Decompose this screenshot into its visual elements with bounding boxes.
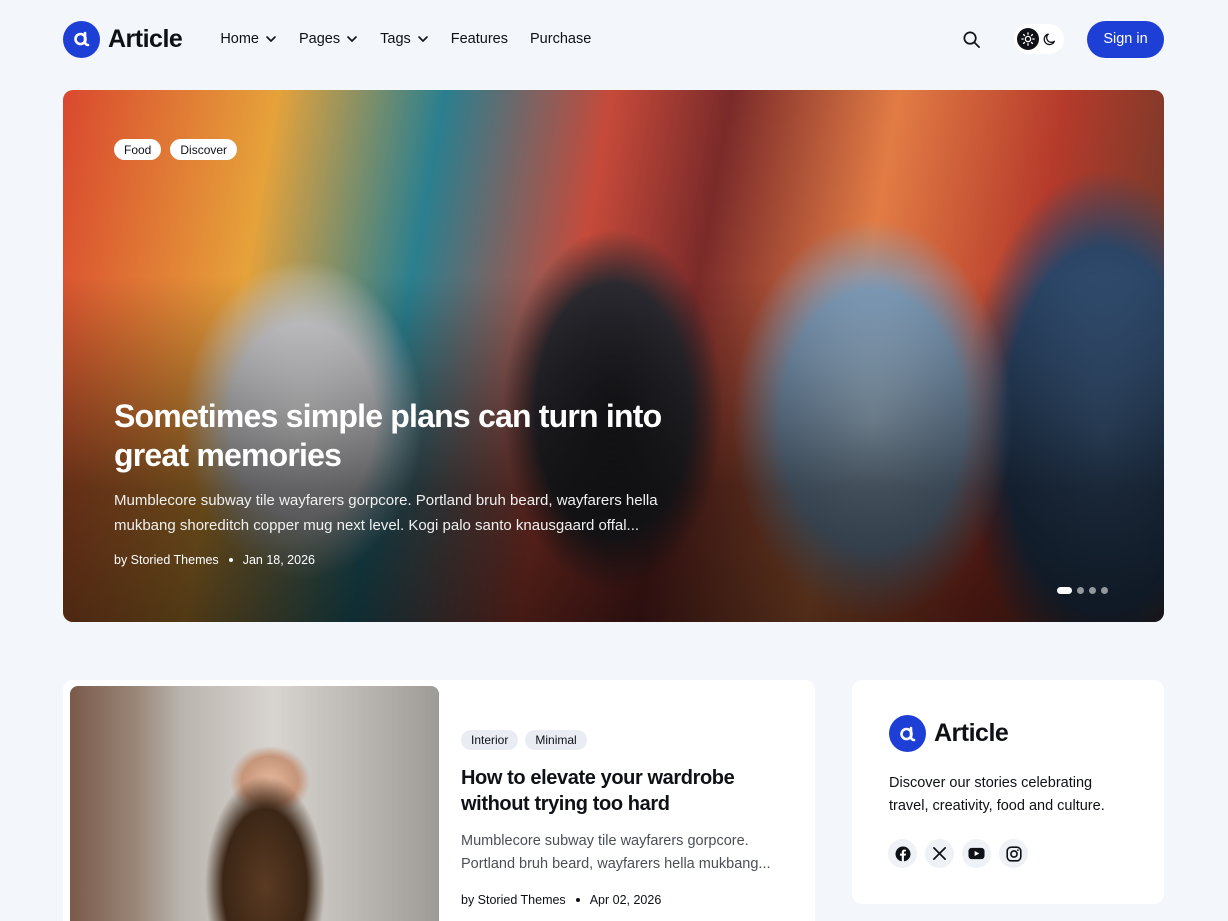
hero-author[interactable]: by Storied Themes bbox=[114, 553, 219, 567]
post-card: Interior Minimal How to elevate your war… bbox=[63, 680, 815, 921]
meta-separator bbox=[575, 898, 580, 902]
tag-interior[interactable]: Interior bbox=[461, 730, 519, 750]
main-nav: Home Pages Tags Features Purchase bbox=[220, 31, 591, 47]
post-title[interactable]: How to elevate your wardrobe without try… bbox=[461, 765, 781, 817]
chevron-down-icon bbox=[347, 36, 357, 42]
site-header: Article Home Pages Tags Features Purchas… bbox=[63, 20, 1164, 58]
slider-dot-3[interactable] bbox=[1089, 587, 1096, 594]
post-meta: by Storied Themes Apr 02, 2026 bbox=[461, 893, 661, 907]
slider-dot-4[interactable] bbox=[1101, 587, 1108, 594]
tag-discover[interactable]: Discover bbox=[170, 139, 238, 160]
nav-item-label: Pages bbox=[299, 31, 341, 47]
social-links bbox=[888, 839, 1028, 868]
logo-mark-icon bbox=[63, 20, 100, 58]
slider-dot-1[interactable] bbox=[1057, 587, 1072, 594]
x-link[interactable] bbox=[925, 839, 954, 868]
logo-text: Article bbox=[108, 24, 183, 53]
facebook-icon bbox=[895, 846, 910, 861]
nav-item-features[interactable]: Features bbox=[451, 31, 508, 47]
nav-item-label: Features bbox=[450, 31, 508, 47]
post-date: Apr 02, 2026 bbox=[589, 893, 662, 907]
instagram-icon bbox=[1005, 845, 1022, 862]
chevron-down-icon bbox=[266, 36, 276, 42]
header-actions: Sign in bbox=[959, 20, 1164, 58]
post-author[interactable]: by Storied Themes bbox=[461, 893, 566, 907]
widget-description: Discover our stories celebrating travel,… bbox=[889, 775, 1105, 814]
post-excerpt: Mumblecore subway tile wayfarers gorpcor… bbox=[461, 833, 771, 872]
theme-toggle[interactable] bbox=[1014, 24, 1064, 54]
logo-mark-icon bbox=[889, 715, 926, 752]
sign-in-button[interactable]: Sign in bbox=[1087, 20, 1164, 58]
widget-logo[interactable]: Article bbox=[889, 715, 1009, 752]
nav-item-label: Home bbox=[220, 31, 259, 47]
nav-item-label: Tags bbox=[380, 31, 411, 47]
nav-item-purchase[interactable]: Purchase bbox=[530, 31, 591, 47]
instagram-link[interactable] bbox=[999, 839, 1028, 868]
search-button[interactable] bbox=[959, 27, 983, 51]
chevron-down-icon bbox=[417, 36, 428, 42]
sun-icon bbox=[1021, 32, 1035, 46]
hero-tags: Food Discover bbox=[114, 139, 238, 160]
nav-item-home[interactable]: Home bbox=[220, 31, 277, 47]
hero-title[interactable]: Sometimes simple plans can turn into gre… bbox=[114, 397, 714, 475]
tag-food[interactable]: Food bbox=[114, 139, 162, 160]
search-icon bbox=[963, 31, 980, 48]
hero-excerpt: Mumblecore subway tile wayfarers gorpcor… bbox=[114, 492, 658, 534]
slider-dot-2[interactable] bbox=[1077, 587, 1084, 594]
hero-meta: by Storied Themes Jan 18, 2026 bbox=[114, 553, 315, 567]
facebook-link[interactable] bbox=[888, 839, 917, 868]
dark-mode-button[interactable] bbox=[1039, 28, 1061, 50]
hero-slider[interactable]: Food Discover Sometimes simple plans can… bbox=[63, 90, 1164, 622]
moon-icon bbox=[1043, 33, 1056, 46]
widget-logo-text: Article bbox=[934, 719, 1009, 747]
site-logo[interactable]: Article bbox=[63, 20, 183, 58]
hero-date: Jan 18, 2026 bbox=[242, 553, 315, 567]
nav-item-pages[interactable]: Pages bbox=[299, 31, 358, 47]
slider-pagination bbox=[1057, 587, 1108, 594]
about-widget: Article Discover our stories celebrating… bbox=[852, 680, 1164, 904]
youtube-link[interactable] bbox=[962, 839, 991, 868]
tag-minimal[interactable]: Minimal bbox=[525, 730, 587, 750]
youtube-icon bbox=[968, 847, 985, 860]
meta-separator bbox=[228, 558, 233, 562]
hero-image bbox=[63, 90, 1164, 622]
post-thumbnail[interactable] bbox=[70, 686, 439, 921]
x-icon bbox=[933, 847, 946, 860]
nav-item-tags[interactable]: Tags bbox=[380, 31, 429, 47]
light-mode-button[interactable] bbox=[1017, 28, 1039, 50]
post-tags: Interior Minimal bbox=[461, 730, 587, 750]
nav-item-label: Purchase bbox=[530, 31, 592, 47]
